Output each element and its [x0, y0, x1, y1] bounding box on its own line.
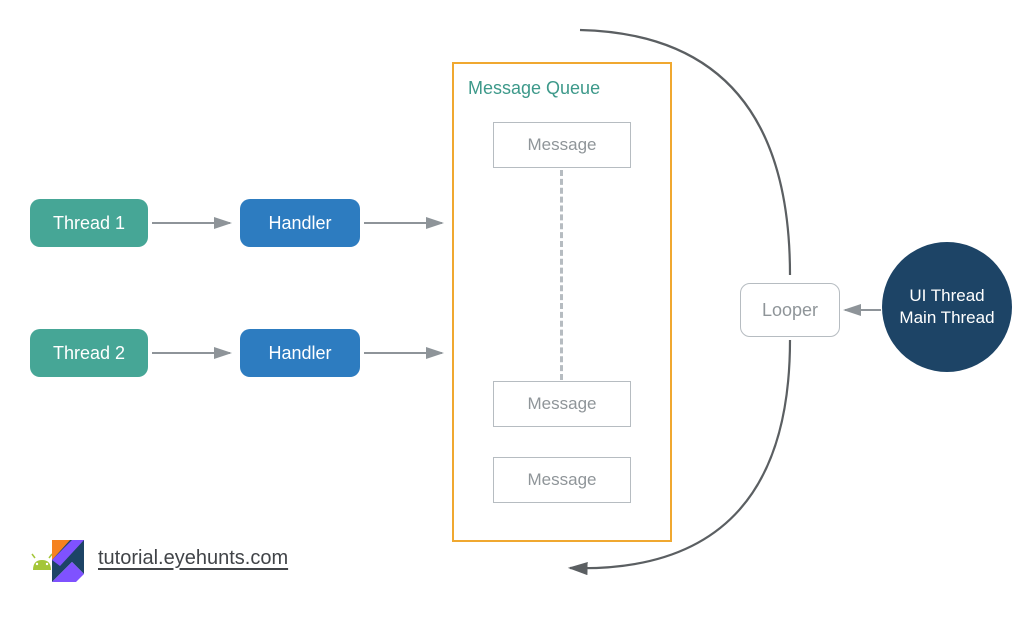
arrow-uithread-looper [839, 300, 887, 320]
footer: tutorial.eyehunts.com [30, 530, 288, 586]
thread-1-box: Thread 1 [30, 199, 148, 247]
arrow-thread2-handler2 [150, 343, 240, 363]
handler-1-box: Handler [240, 199, 360, 247]
arrow-thread1-handler1 [150, 213, 240, 233]
looper-box: Looper [740, 283, 840, 337]
arrow-handler1-queue [362, 213, 452, 233]
footer-link[interactable]: tutorial.eyehunts.com [98, 547, 288, 570]
kotlin-logo-icon [30, 530, 86, 586]
ui-thread-line2: Main Thread [899, 307, 994, 329]
thread-2-label: Thread 2 [53, 343, 125, 364]
thread-2-box: Thread 2 [30, 329, 148, 377]
handler-1-label: Handler [268, 213, 331, 234]
handler-2-label: Handler [268, 343, 331, 364]
looper-label: Looper [762, 300, 818, 321]
handler-2-box: Handler [240, 329, 360, 377]
ui-thread-line1: UI Thread [909, 285, 984, 307]
thread-1-label: Thread 1 [53, 213, 125, 234]
arrow-handler2-queue [362, 343, 452, 363]
ui-thread-circle: UI Thread Main Thread [882, 242, 1012, 372]
